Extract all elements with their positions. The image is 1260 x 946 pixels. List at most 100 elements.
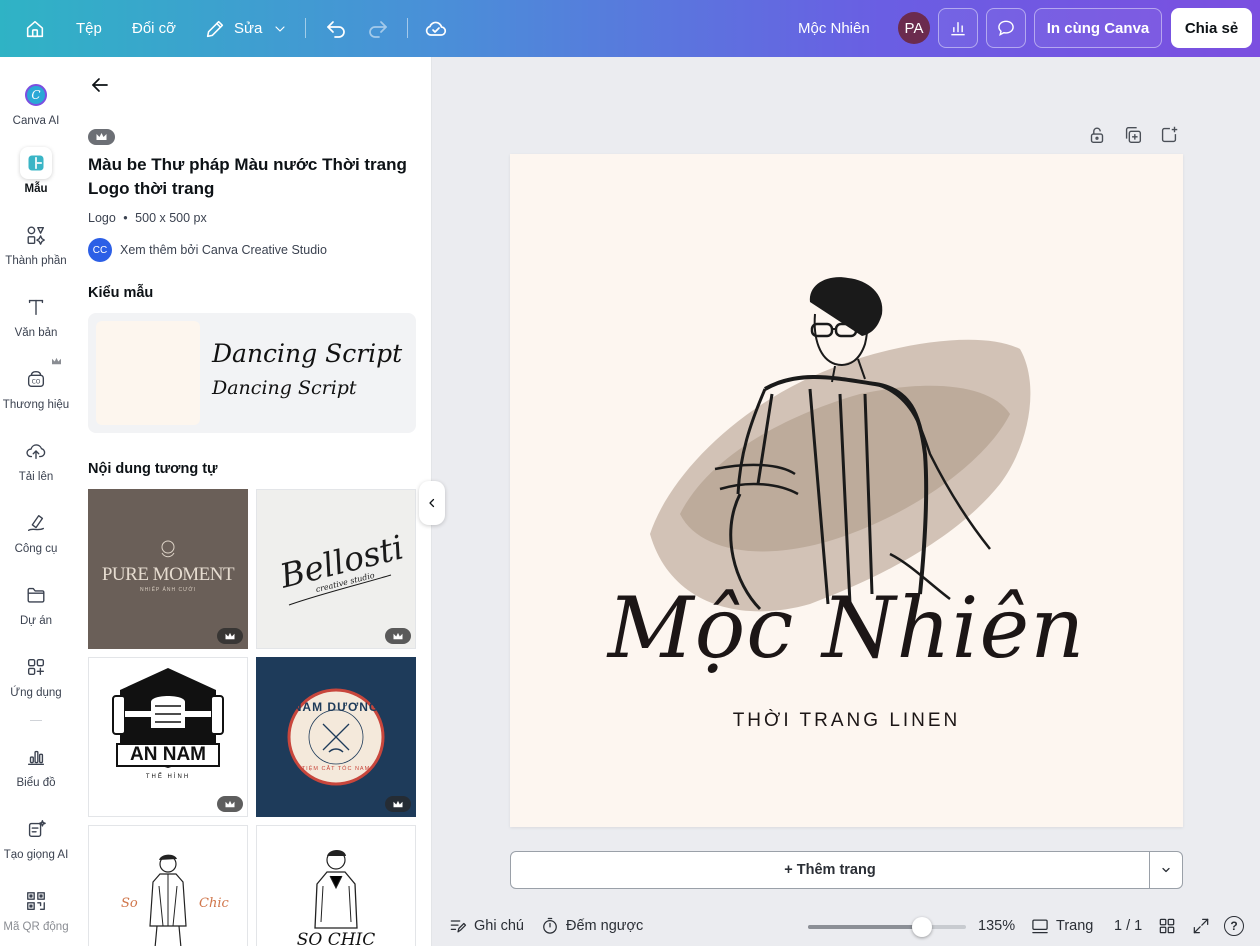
- thumb-subtitle: TIỆM CẮT TÓC NAM: [301, 766, 371, 772]
- file-menu[interactable]: Tệp: [76, 0, 102, 57]
- rail-label: Biểu đồ: [16, 777, 56, 789]
- print-with-canva-button[interactable]: In cùng Canva: [1034, 8, 1162, 48]
- text-icon: [20, 291, 52, 323]
- thumb-title: NAM DƯƠNG: [292, 700, 380, 714]
- rail-item-projects[interactable]: Dự án: [0, 579, 72, 627]
- rail-item-ai-voice[interactable]: Tạo giọng AI: [0, 813, 72, 861]
- template-thumb[interactable]: Bellosti creative studio: [256, 489, 416, 649]
- rail-item-canva-ai[interactable]: C Canva AI: [0, 79, 72, 127]
- template-thumb[interactable]: PURE MOMENT NHIẾP ẢNH CƯỚI: [88, 489, 248, 649]
- notes-icon: [450, 920, 467, 933]
- toolbar-divider: [305, 18, 306, 38]
- pages-icon: [1032, 919, 1048, 934]
- zoom-slider-handle[interactable]: [911, 917, 932, 937]
- folder-icon: [20, 579, 52, 611]
- chart-icon: [20, 741, 52, 773]
- font-style-card[interactable]: Dancing Script Dancing Script: [88, 313, 416, 433]
- collapse-panel-button[interactable]: [419, 481, 445, 525]
- timer-label: Đếm ngược: [566, 918, 644, 934]
- template-detail-panel: Màu be Thư pháp Màu nước Thời trang Logo…: [72, 57, 432, 946]
- rail-item-apps[interactable]: Ứng dụng: [0, 651, 72, 699]
- template-thumb[interactable]: SO CHIC: [256, 825, 416, 946]
- tools-icon: [20, 507, 52, 539]
- user-avatar[interactable]: PA: [898, 12, 930, 44]
- zoom-slider[interactable]: [808, 917, 966, 937]
- add-page-options-button[interactable]: [1149, 852, 1182, 888]
- add-page-icon[interactable]: [1158, 124, 1180, 151]
- comment-icon: [998, 20, 1014, 37]
- thumb-title: SO CHIC: [296, 930, 376, 946]
- toolbar-divider: [407, 18, 408, 38]
- rail-item-tools[interactable]: Công cụ: [0, 507, 72, 555]
- left-rail: C Canva AI Mẫu Thành phần Văn bản CO Thư…: [0, 57, 72, 946]
- design-title[interactable]: Mộc Nhiên: [798, 0, 870, 57]
- svg-text:C: C: [31, 88, 40, 102]
- edit-menu[interactable]: Sửa: [204, 0, 288, 57]
- rail-label: Canva AI: [12, 115, 60, 127]
- rail-item-charts[interactable]: Biểu đồ: [0, 741, 72, 789]
- template-title: Màu be Thư pháp Màu nước Thời trang Logo…: [88, 155, 407, 198]
- rail-label: Thành phần: [5, 255, 67, 267]
- rail-item-text[interactable]: Văn bản: [0, 291, 72, 339]
- bottom-bar: Ghi chú Đếm ngược 135% Trang 1 / 1 ?: [432, 906, 1260, 946]
- signature-swash: [288, 574, 392, 606]
- brand-icon: CO: [20, 363, 52, 395]
- crown-icon: [52, 357, 61, 365]
- premium-badge: [217, 796, 243, 812]
- svg-text:CO: CO: [32, 379, 41, 386]
- thumb-title: PURE MOMENT: [101, 564, 235, 585]
- color-swatch: [96, 321, 200, 425]
- cloud-saved-icon[interactable]: [424, 0, 448, 57]
- brand-tagline[interactable]: THỜI TRANG LINEN: [510, 710, 1183, 732]
- rail-divider: [30, 720, 42, 721]
- crown-icon: [96, 133, 107, 140]
- rail-label: Công cụ: [14, 543, 58, 555]
- redo-icon[interactable]: [366, 0, 390, 57]
- thumb-subtitle: NHIẾP ẢNH CƯỚI: [139, 587, 197, 593]
- zoom-slider-fill: [808, 925, 922, 929]
- thumb-subtitle: THỂ HÌNH: [145, 774, 191, 780]
- top-bar: Tệp Đổi cỡ Sửa Mộc Nhiên PA In cùng Canv…: [0, 0, 1260, 57]
- rail-label: Mã QR động: [3, 921, 69, 933]
- pages-button[interactable]: Trang: [1030, 906, 1093, 946]
- premium-badge: [88, 129, 115, 145]
- comments-button[interactable]: [986, 8, 1026, 48]
- duplicate-page-icon[interactable]: [1122, 124, 1144, 151]
- resize-menu[interactable]: Đổi cỡ: [132, 0, 176, 57]
- template-type: Logo: [88, 211, 116, 225]
- undo-icon[interactable]: [324, 0, 348, 57]
- template-thumb[interactable]: AN NAM THỂ HÌNH: [88, 657, 248, 817]
- design-canvas[interactable]: Mộc Nhiên THỜI TRANG LINEN: [510, 154, 1183, 827]
- brand-name[interactable]: Mộc Nhiên: [510, 579, 1183, 677]
- timer-icon: [543, 917, 557, 934]
- page-count: 1 / 1: [1114, 918, 1143, 934]
- notes-button[interactable]: Ghi chú: [448, 906, 524, 946]
- add-page-button[interactable]: + Thêm trang: [511, 852, 1149, 888]
- rail-label: Thương hiệu: [2, 399, 70, 411]
- rail-item-templates[interactable]: Mẫu: [0, 147, 72, 195]
- share-button[interactable]: Chia sẻ: [1171, 8, 1252, 48]
- rail-item-elements[interactable]: Thành phần: [0, 219, 72, 267]
- timer-button[interactable]: Đếm ngược: [540, 906, 643, 946]
- template-thumb[interactable]: So Chic: [88, 825, 248, 946]
- zoom-value[interactable]: 135%: [978, 906, 1015, 946]
- rail-item-uploads[interactable]: Tải lên: [0, 435, 72, 483]
- upload-icon: [20, 435, 52, 467]
- home-icon[interactable]: [24, 0, 46, 57]
- lock-icon[interactable]: [1086, 124, 1108, 151]
- elements-icon: [20, 219, 52, 251]
- template-thumb[interactable]: NAM DƯƠNG TIỆM CẮT TÓC NAM: [256, 657, 416, 817]
- creator-link[interactable]: CC Xem thêm bởi Canva Creative Studio: [88, 238, 327, 262]
- rail-label: Mẫu: [24, 183, 48, 195]
- rail-label: Ứng dụng: [10, 687, 62, 699]
- back-arrow-icon[interactable]: [88, 73, 112, 97]
- template-size: 500 x 500 px: [135, 211, 207, 225]
- rail-item-brand[interactable]: CO Thương hiệu: [0, 357, 72, 411]
- rail-item-qr[interactable]: Mã QR động: [0, 885, 72, 933]
- insights-button[interactable]: [938, 8, 978, 48]
- premium-badge: [385, 796, 411, 812]
- grid-view-icon[interactable]: [1157, 906, 1177, 946]
- fullscreen-icon[interactable]: [1191, 906, 1211, 946]
- help-button[interactable]: ?: [1224, 906, 1244, 946]
- edit-label: Sửa: [234, 20, 263, 37]
